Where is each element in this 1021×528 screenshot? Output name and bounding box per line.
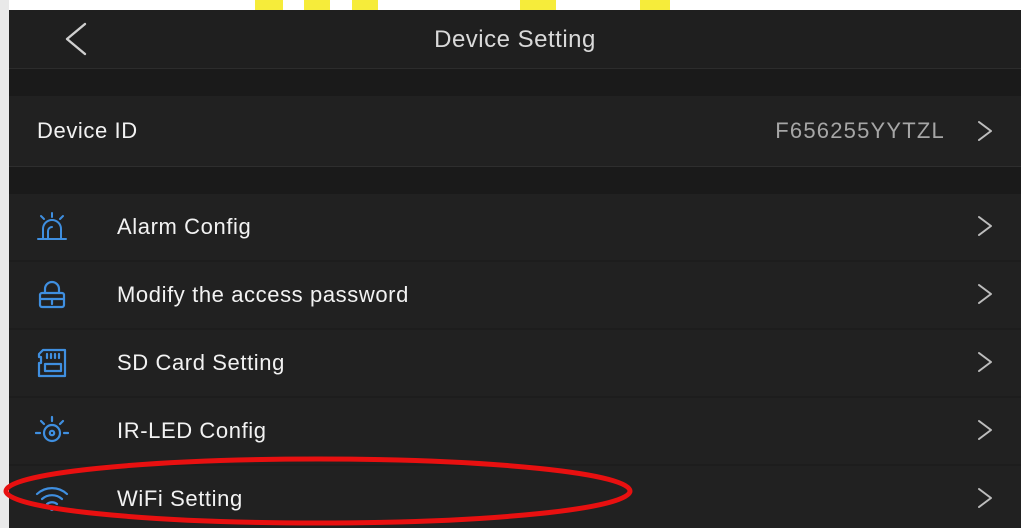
device-setting-screen: Device Setting Device ID F656255YYTZL Al… [9, 10, 1021, 528]
chevron-right-icon [978, 420, 992, 440]
screenshot-canvas: Device Setting Device ID F656255YYTZL Al… [0, 0, 1021, 528]
menu-item-wifi[interactable]: WiFi Setting [9, 466, 1021, 528]
left-edge-strip [0, 0, 9, 528]
watermark-block [304, 0, 330, 10]
menu-item-label: IR-LED Config [117, 418, 267, 443]
page-title: Device Setting [434, 26, 596, 53]
menu-item-sd-card[interactable]: SD Card Setting [9, 330, 1021, 396]
section-divider [9, 166, 1021, 195]
device-id-value: F656255YYTZL [775, 118, 945, 143]
sd-card-icon [37, 348, 67, 378]
top-bar: Device Setting [9, 10, 1021, 69]
chevron-right-icon [978, 121, 992, 141]
menu-item-access-password[interactable]: Modify the access password [9, 262, 1021, 328]
watermark-block [640, 0, 670, 10]
menu-item-label: SD Card Setting [117, 350, 285, 375]
menu-item-alarm-config[interactable]: Alarm Config [9, 194, 1021, 260]
watermark-block [352, 0, 378, 10]
menu-item-label: Modify the access password [117, 282, 409, 307]
chevron-right-icon [978, 216, 992, 236]
menu-item-ir-led[interactable]: IR-LED Config [9, 398, 1021, 464]
ir-led-icon [35, 415, 69, 443]
watermark-block [520, 0, 556, 10]
device-id-row[interactable]: Device ID F656255YYTZL [9, 96, 1021, 166]
chevron-right-icon [978, 284, 992, 304]
chevron-right-icon [978, 352, 992, 372]
menu-item-label: WiFi Setting [117, 486, 243, 511]
lock-icon [38, 280, 66, 309]
alarm-siren-icon [37, 212, 67, 240]
device-id-label: Device ID [37, 118, 138, 143]
menu-item-label: Alarm Config [117, 214, 252, 239]
chevron-right-icon [978, 488, 992, 508]
section-divider [9, 69, 1021, 96]
watermark-block [255, 0, 283, 10]
wifi-icon [35, 487, 69, 511]
